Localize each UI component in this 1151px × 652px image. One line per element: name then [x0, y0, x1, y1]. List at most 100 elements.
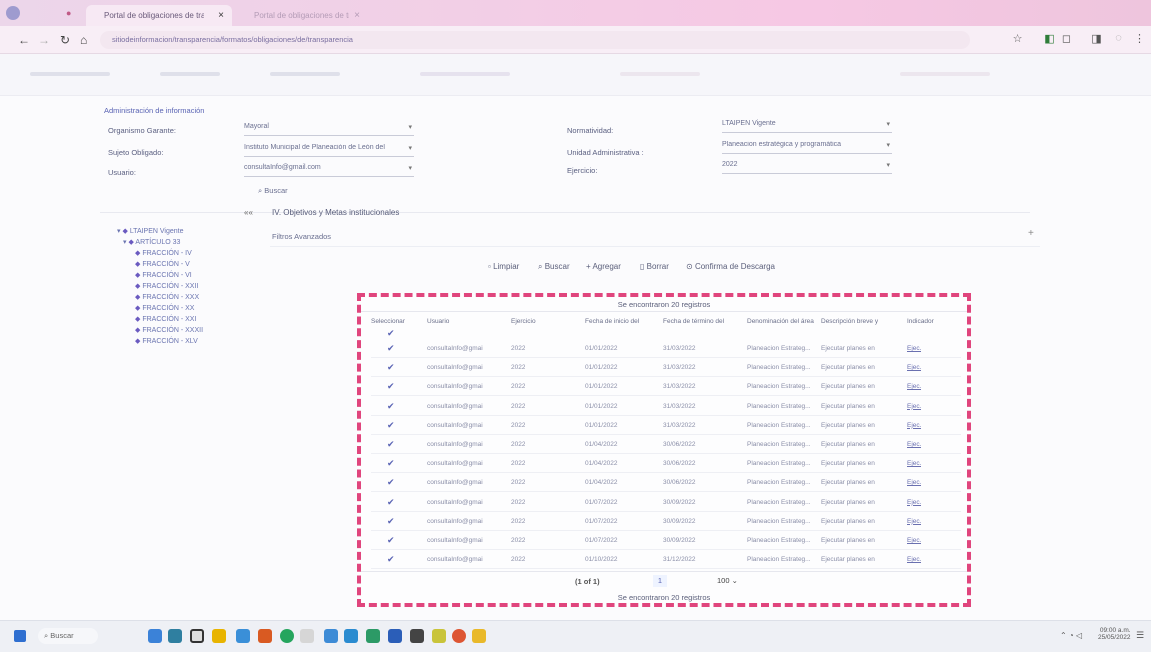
url-field[interactable]: sitiodeinformacion/transparencia/formato…: [100, 31, 970, 49]
folder-icon[interactable]: [472, 629, 486, 643]
tab-active[interactable]: Portal de obligaciones de transparencia …: [86, 5, 232, 26]
site-nav-item[interactable]: [270, 72, 340, 76]
usuario-select[interactable]: consultaInfo@gmail.com ▾: [244, 164, 414, 177]
tree-item[interactable]: ◆ FRACCIÓN - XXXII: [117, 325, 203, 336]
reload-icon[interactable]: ↻: [60, 33, 70, 47]
table-cell-ind[interactable]: Ejec.: [907, 422, 921, 429]
file-explorer-icon[interactable]: [212, 629, 226, 643]
back-icon[interactable]: ←: [18, 33, 30, 47]
widgets-icon[interactable]: [148, 629, 162, 643]
tree-item[interactable]: ◆ FRACCIÓN - XXX: [117, 292, 203, 303]
table-row[interactable]: ✔ consultaInfo@gmai 2022 01/10/2022 31/12/20…: [371, 552, 961, 570]
window-menu-icon[interactable]: [6, 6, 20, 20]
tab-close-icon[interactable]: ×: [218, 5, 224, 26]
row-checkbox[interactable]: ✔: [387, 401, 396, 411]
table-row[interactable]: ✔ consultaInfo@gmai 2022 01/04/2022 30/06/20…: [371, 456, 961, 474]
forward-icon[interactable]: →: [38, 33, 50, 47]
column-header[interactable]: Usuario: [427, 318, 449, 325]
row-checkbox[interactable]: ✔: [387, 459, 396, 468]
sujeto-obligado-select[interactable]: Instituto Municipal de Planeación de Leó…: [244, 144, 414, 157]
menu-icon[interactable]: ⋮: [1133, 32, 1146, 45]
table-row[interactable]: ✔ consultaInfo@gmai 2022 01/01/2022 31/03/20…: [371, 360, 961, 378]
office-icon[interactable]: [258, 629, 272, 643]
table-row[interactable]: ✔ consultaInfo@gmai 2022 01/01/2022 31/03/20…: [371, 379, 961, 397]
plus-icon[interactable]: +: [1028, 228, 1034, 239]
app-icon[interactable]: [236, 629, 250, 643]
taskbar-search[interactable]: ⌕ Buscar: [38, 628, 98, 644]
word-icon[interactable]: [388, 629, 402, 643]
table-row[interactable]: ✔ consultaInfo@gmai 2022 01/07/2022 30/09/20…: [371, 495, 961, 512]
tree-item[interactable]: ◆ FRACCIÓN - XX: [117, 303, 203, 314]
table-row[interactable]: ✔ consultaInfo@gmai 2022 01/07/2022 30/09/20…: [371, 533, 961, 550]
edge-icon[interactable]: [324, 629, 338, 643]
site-nav-item[interactable]: [160, 72, 220, 76]
site-nav-item[interactable]: [620, 72, 700, 76]
whatsapp-icon[interactable]: [280, 629, 294, 643]
expand-icon[interactable]: ▾: [123, 239, 127, 246]
table-cell-ind[interactable]: Ejec.: [907, 556, 921, 563]
descarga-button[interactable]: ⊙ Confirma de Descarga: [686, 262, 775, 271]
table-row[interactable]: ✔ consultaInfo@gmai 2022 01/01/2022 31/03/20…: [371, 341, 961, 358]
home-icon[interactable]: ⌂: [80, 33, 87, 47]
limpiar-button[interactable]: ▫ Limpiar: [488, 262, 519, 271]
expand-icon[interactable]: ▾: [117, 228, 121, 235]
unidad-select[interactable]: Planeacion estratégica y programática ▾: [722, 141, 892, 154]
tab-close-icon[interactable]: ×: [354, 5, 360, 26]
column-header[interactable]: Fecha de inicio del: [585, 318, 639, 325]
table-cell-ind[interactable]: Ejec.: [907, 345, 921, 352]
sidebar-icon[interactable]: ◨: [1090, 32, 1103, 45]
row-checkbox[interactable]: ✔: [387, 440, 396, 449]
clock[interactable]: 09:00 a.m. 25/05/2022: [1098, 627, 1131, 641]
notification-icon[interactable]: ☰: [1136, 630, 1144, 641]
row-checkbox[interactable]: ✔: [387, 382, 396, 391]
excel-icon[interactable]: [366, 629, 380, 643]
start-icon[interactable]: [14, 630, 26, 642]
tree-item[interactable]: ◆ FRACCIÓN - XXI: [117, 314, 203, 325]
tree-root[interactable]: ▾ ◆ LTAIPEN Vigente: [117, 226, 203, 237]
column-header[interactable]: Fecha de término del: [663, 318, 724, 325]
select-all-checkbox[interactable]: ✔: [387, 329, 396, 338]
column-header[interactable]: Ejercicio: [511, 318, 536, 325]
tray-icons[interactable]: ⌃ ◔ ◁: [1060, 631, 1082, 640]
column-header[interactable]: Indicador: [907, 318, 934, 325]
app-icon[interactable]: [168, 629, 182, 643]
borrar-button[interactable]: ▯ Borrar: [640, 262, 669, 271]
column-header[interactable]: Denominación del área: [747, 318, 814, 325]
table-row[interactable]: ✔ consultaInfo@gmai 2022 01/01/2022 31/03/20…: [371, 418, 961, 435]
app-icon[interactable]: [344, 629, 358, 643]
table-cell-ind[interactable]: Ejec.: [907, 537, 921, 544]
normatividad-select[interactable]: LTAIPEN Vigente ▾: [722, 120, 892, 133]
tab-inactive[interactable]: Portal de obligaciones de transparencia …: [236, 5, 366, 26]
site-nav-item[interactable]: [420, 72, 510, 76]
table-row[interactable]: ✔ consultaInfo@gmai 2022 01/04/2022 30/06/20…: [371, 437, 961, 454]
table-row[interactable]: ✔ consultaInfo@gmai 2022 01/07/2022 30/09/20…: [371, 514, 961, 531]
row-checkbox[interactable]: ✔: [387, 555, 396, 564]
organismo-select[interactable]: Mayoral ▾: [244, 123, 414, 136]
collapse-panel-button[interactable]: ««: [244, 208, 253, 217]
row-checkbox[interactable]: ✔: [387, 420, 396, 430]
extension-icon[interactable]: ◧: [1043, 32, 1056, 45]
row-checkbox[interactable]: ✔: [387, 516, 396, 526]
taskview-icon[interactable]: [190, 629, 204, 643]
row-checkbox[interactable]: ✔: [387, 363, 396, 372]
table-cell-ind[interactable]: Ejec.: [907, 518, 921, 525]
profile-icon[interactable]: ◌: [1112, 32, 1125, 45]
table-cell-ind[interactable]: Ejec.: [907, 441, 921, 448]
table-cell-ind[interactable]: Ejec.: [907, 403, 921, 410]
column-header[interactable]: Seleccionar: [371, 318, 405, 325]
row-checkbox[interactable]: ✔: [387, 497, 396, 507]
tree-item[interactable]: ◆ FRACCIÓN - XLV: [117, 336, 203, 347]
table-cell-ind[interactable]: Ejec.: [907, 479, 921, 486]
app-icon[interactable]: [432, 629, 446, 643]
row-checkbox[interactable]: ✔: [387, 344, 396, 353]
column-header[interactable]: Descripción breve y: [821, 318, 878, 325]
chrome-icon[interactable]: [452, 629, 466, 643]
ejercicio-select[interactable]: 2022 ▾: [722, 161, 892, 174]
advanced-filters-toggle[interactable]: Filtros Avanzados: [272, 232, 331, 241]
tree-item[interactable]: ◆ FRACCIÓN - V: [117, 259, 203, 270]
table-row[interactable]: ✔ consultaInfo@gmai 2022 01/04/2022 30/06/20…: [371, 475, 961, 493]
tree-item[interactable]: ◆ FRACCIÓN - VI: [117, 270, 203, 281]
tree-item[interactable]: ◆ FRACCIÓN - XXII: [117, 281, 203, 292]
tree-article[interactable]: ▾ ◆ ARTÍCULO 33: [117, 237, 203, 248]
buscar-button[interactable]: ⌕ Buscar: [538, 262, 570, 272]
